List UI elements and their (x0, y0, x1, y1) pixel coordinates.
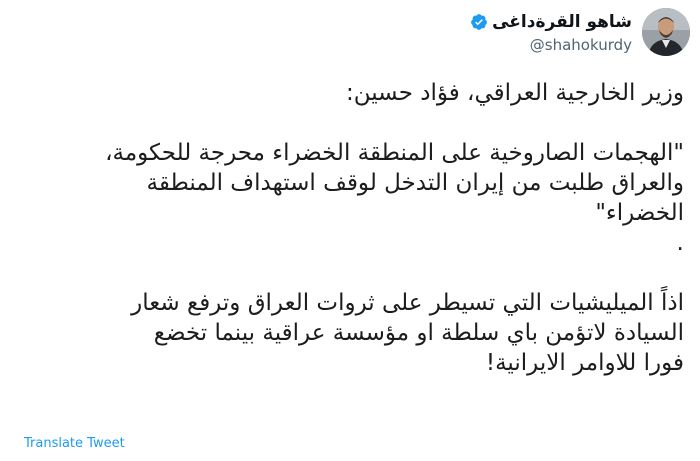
tweet-header: شاهو القرةداغی @shahokurdy (80, 8, 690, 56)
tweet-line: فورا للاوامر الايرانية! (485, 350, 684, 376)
tweet-line: السيادة لاتؤمن باي سلطة او مؤسسة عراقية … (153, 320, 684, 346)
tweet-line: الخضراء" (595, 200, 684, 226)
tweet-text: وزير الخارجية العراقي، فؤاد حسين: "الهجم… (16, 78, 684, 378)
tweet-card: شاهو القرةداغی @shahokurdy وزير الخارجية… (0, 0, 700, 461)
tweet-line: والعراق طلبت من إيران التدخل لوقف استهدا… (146, 170, 684, 196)
translate-tweet-link[interactable]: Translate Tweet (24, 436, 125, 451)
tweet-line: وزير الخارجية العراقي، فؤاد حسين: (345, 80, 684, 106)
tweet-line: "الهجمات الصاروخية على المنطقة الخضراء م… (105, 140, 684, 166)
author-display-name[interactable]: شاهو القرةداغی (492, 12, 632, 32)
avatar-photo (642, 8, 690, 56)
tweet-line: اذاً الميليشيات التي تسيطر على ثروات الع… (131, 290, 684, 316)
tweet-line: . (676, 230, 684, 256)
author-handle[interactable]: @shahokurdy (530, 36, 632, 54)
avatar[interactable] (642, 8, 690, 56)
verified-badge-icon (471, 14, 487, 30)
author-name-row[interactable]: شاهو القرةداغی (470, 12, 632, 32)
